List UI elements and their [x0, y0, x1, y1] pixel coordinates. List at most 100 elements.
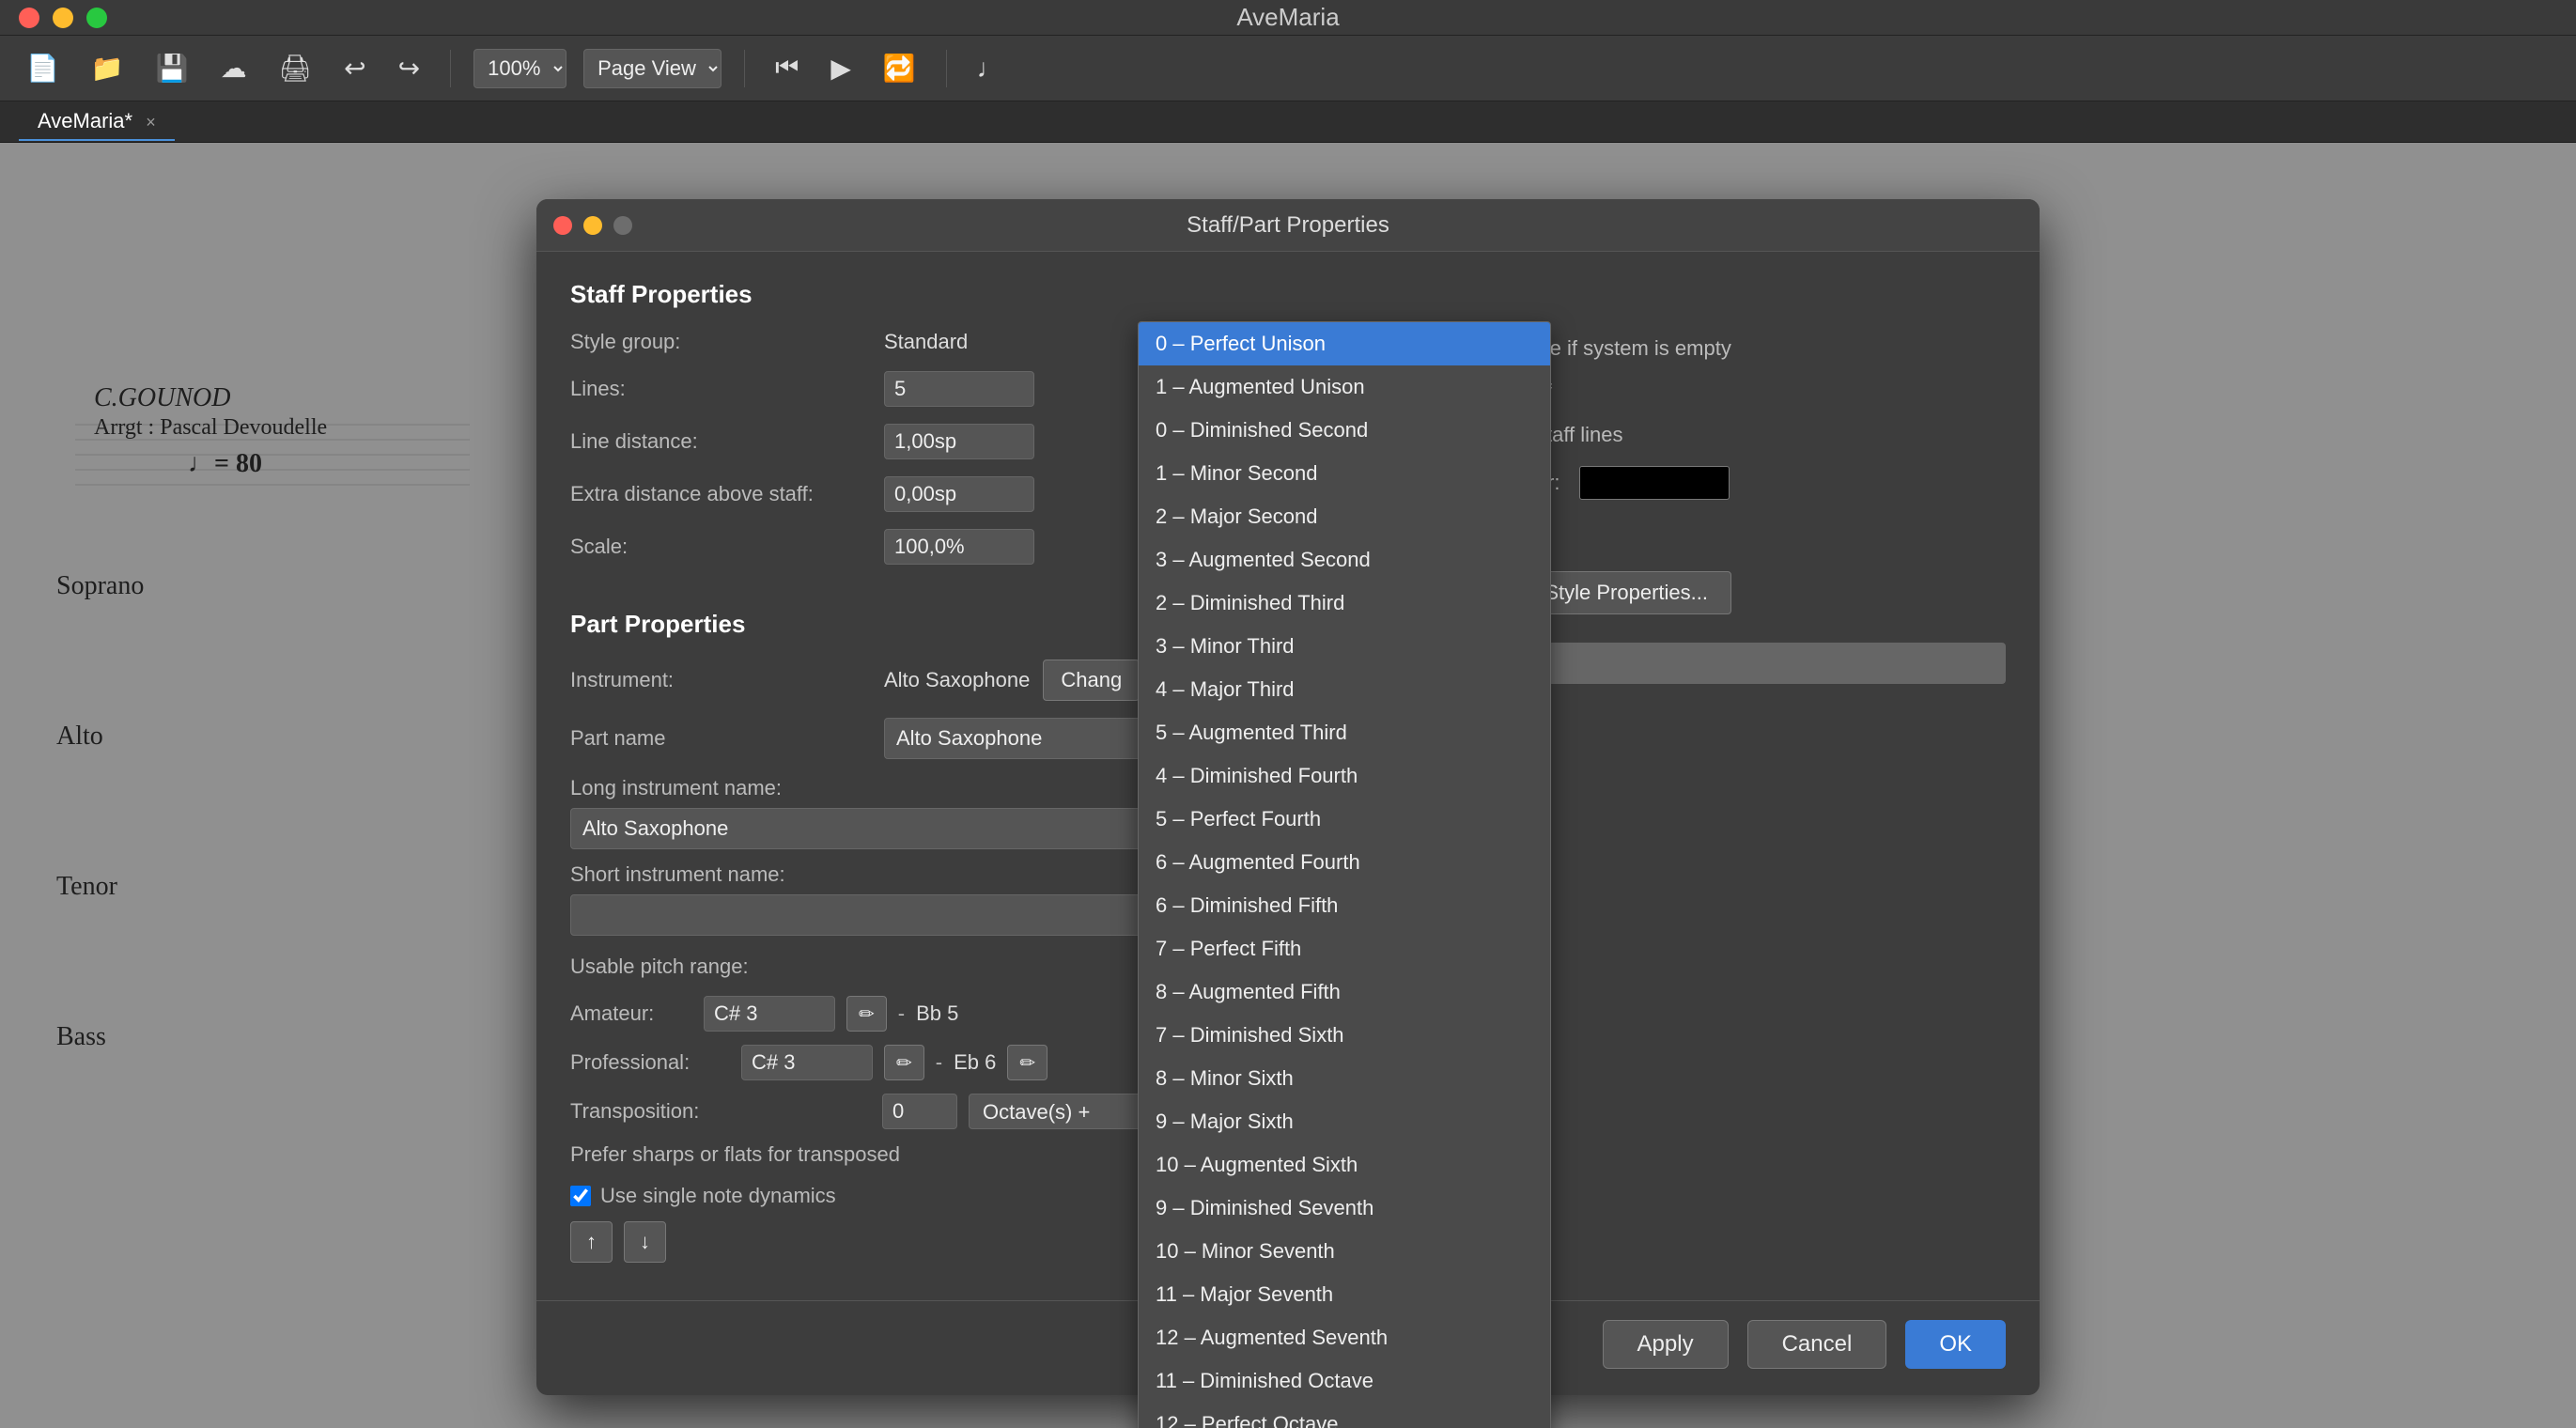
dropdown-item[interactable]: 11 – Major Seventh: [1139, 1273, 1550, 1316]
dropdown-item[interactable]: 6 – Diminished Fifth: [1139, 884, 1550, 927]
playback-loop-button[interactable]: 🔁: [876, 49, 923, 87]
style-group-value: Standard: [884, 330, 968, 354]
dropdown-item[interactable]: 10 – Minor Seventh: [1139, 1230, 1550, 1273]
line-distance-label: Line distance:: [570, 429, 871, 454]
dialog-traffic-lights[interactable]: [553, 216, 632, 235]
dialog-close-button[interactable]: [553, 216, 572, 235]
modal-overlay: Staff/Part Properties Staff Properties S…: [0, 143, 2576, 1428]
single-note-dynamics-label: Use single note dynamics: [600, 1184, 836, 1208]
dropdown-item[interactable]: 6 – Augmented Fourth: [1139, 841, 1550, 884]
scale-input[interactable]: [884, 529, 1034, 565]
tab-label: AveMaria*: [38, 109, 132, 132]
instrument-label: Instrument:: [570, 668, 871, 692]
professional-min-input[interactable]: [741, 1045, 873, 1080]
minimize-window-button[interactable]: [53, 8, 73, 28]
toolbar-divider-1: [450, 50, 451, 87]
single-note-dynamics-checkbox[interactable]: [570, 1186, 591, 1206]
dropdown-item[interactable]: 0 – Diminished Second: [1139, 409, 1550, 452]
pitch-dash-2: -: [936, 1050, 942, 1075]
professional-max-edit-button[interactable]: ✏: [1007, 1045, 1047, 1080]
prefer-sharps-label: Prefer sharps or flats for transposed: [570, 1142, 900, 1167]
amateur-max-value: Bb 5: [916, 1001, 958, 1026]
print-button[interactable]: 🖨: [272, 49, 320, 87]
amateur-min-input[interactable]: [704, 996, 835, 1032]
dropdown-item[interactable]: 5 – Augmented Third: [1139, 711, 1550, 754]
save-button[interactable]: 💾: [148, 49, 196, 87]
tab-close-button[interactable]: ×: [146, 113, 156, 132]
tab-bar: AveMaria* ×: [0, 101, 2576, 143]
dropdown-item[interactable]: 3 – Augmented Second: [1139, 538, 1550, 582]
transposition-label: Transposition:: [570, 1099, 871, 1124]
toolbar: 📄 📁 💾 ☁ 🖨 ↩ ↪ 100% Page View ⏮ ▶ 🔁 ♩: [0, 36, 2576, 101]
professional-label: Professional:: [570, 1050, 730, 1075]
style-group-label: Style group:: [570, 330, 871, 354]
dropdown-item[interactable]: 7 – Perfect Fifth: [1139, 927, 1550, 970]
playback-play-button[interactable]: ▶: [823, 49, 859, 87]
transposition-dropdown-list[interactable]: 0 – Perfect Unison1 – Augmented Unison0 …: [1138, 321, 1551, 1428]
dropdown-item[interactable]: 2 – Major Second: [1139, 495, 1550, 538]
dialog-minimize-button[interactable]: [583, 216, 602, 235]
view-mode-select[interactable]: Page View: [583, 49, 722, 88]
dropdown-item[interactable]: 4 – Diminished Fourth: [1139, 754, 1550, 798]
dropdown-item[interactable]: 4 – Major Third: [1139, 668, 1550, 711]
undo-button[interactable]: ↩: [336, 49, 373, 87]
part-name-label: Part name: [570, 726, 871, 751]
lines-label: Lines:: [570, 377, 871, 401]
dropdown-item[interactable]: 7 – Diminished Sixth: [1139, 1014, 1550, 1057]
close-window-button[interactable]: [19, 8, 39, 28]
extra-distance-input[interactable]: [884, 476, 1034, 512]
app-title: AveMaria: [1236, 3, 1339, 32]
upload-button[interactable]: ☁: [213, 49, 255, 87]
apply-button[interactable]: Apply: [1603, 1320, 1729, 1369]
maximize-window-button[interactable]: [86, 8, 107, 28]
concert-pitch-button[interactable]: ♩: [970, 50, 1011, 87]
redo-button[interactable]: ↪: [391, 49, 427, 87]
lines-input[interactable]: [884, 371, 1034, 407]
new-button[interactable]: 📄: [19, 49, 67, 87]
tab-avemaria[interactable]: AveMaria* ×: [19, 103, 175, 141]
scale-label: Scale:: [570, 535, 871, 559]
toolbar-divider-2: [744, 50, 745, 87]
dropdown-item[interactable]: 8 – Augmented Fifth: [1139, 970, 1550, 1014]
staff-line-color-picker[interactable]: [1579, 466, 1730, 500]
ok-button[interactable]: OK: [1905, 1320, 2006, 1369]
dropdown-item[interactable]: 9 – Major Sixth: [1139, 1100, 1550, 1143]
dropdown-item[interactable]: 8 – Minor Sixth: [1139, 1057, 1550, 1100]
dropdown-item[interactable]: 12 – Augmented Seventh: [1139, 1316, 1550, 1359]
change-instrument-button[interactable]: Chang: [1043, 660, 1140, 701]
amateur-min-edit-button[interactable]: ✏: [846, 996, 887, 1032]
dropdown-item[interactable]: 10 – Augmented Sixth: [1139, 1143, 1550, 1187]
staff-part-properties-dialog: Staff/Part Properties Staff Properties S…: [536, 199, 2040, 1395]
dropdown-item[interactable]: 0 – Perfect Unison: [1139, 322, 1550, 365]
line-distance-input[interactable]: [884, 424, 1034, 459]
cancel-button[interactable]: Cancel: [1747, 1320, 1887, 1369]
professional-min-edit-button[interactable]: ✏: [884, 1045, 924, 1080]
dropdown-item[interactable]: 3 – Minor Third: [1139, 625, 1550, 668]
pitch-range-label: Usable pitch range:: [570, 955, 871, 979]
dialog-titlebar: Staff/Part Properties: [536, 199, 2040, 252]
pitch-dash-1: -: [898, 1001, 905, 1026]
toolbar-divider-3: [946, 50, 947, 87]
open-button[interactable]: 📁: [84, 49, 132, 87]
title-bar: AveMaria: [0, 0, 2576, 36]
dropdown-item[interactable]: 2 – Diminished Third: [1139, 582, 1550, 625]
zoom-select[interactable]: 100%: [473, 49, 566, 88]
move-up-button[interactable]: ↑: [570, 1221, 613, 1263]
dropdown-item[interactable]: 5 – Perfect Fourth: [1139, 798, 1550, 841]
extra-distance-label: Extra distance above staff:: [570, 482, 871, 506]
dropdown-item[interactable]: 1 – Augmented Unison: [1139, 365, 1550, 409]
playback-begin-button[interactable]: ⏮: [768, 49, 806, 87]
professional-max-value: Eb 6: [954, 1050, 996, 1075]
dropdown-item[interactable]: 9 – Diminished Seventh: [1139, 1187, 1550, 1230]
main-content: C.GOUNOD Arrgt : Pascal Devoudelle ♩= 80…: [0, 143, 2576, 1428]
window-traffic-lights[interactable]: [19, 8, 107, 28]
staff-section-title: Staff Properties: [570, 280, 1386, 309]
dropdown-item[interactable]: 12 – Perfect Octave: [1139, 1403, 1550, 1428]
transposition-spinbox[interactable]: [882, 1094, 957, 1129]
dialog-title: Staff/Part Properties: [1187, 212, 1389, 239]
dialog-maximize-button[interactable]: [613, 216, 632, 235]
move-down-button[interactable]: ↓: [624, 1221, 666, 1263]
instrument-value: Alto Saxophone: [884, 668, 1030, 692]
dropdown-item[interactable]: 11 – Diminished Octave: [1139, 1359, 1550, 1403]
dropdown-item[interactable]: 1 – Minor Second: [1139, 452, 1550, 495]
